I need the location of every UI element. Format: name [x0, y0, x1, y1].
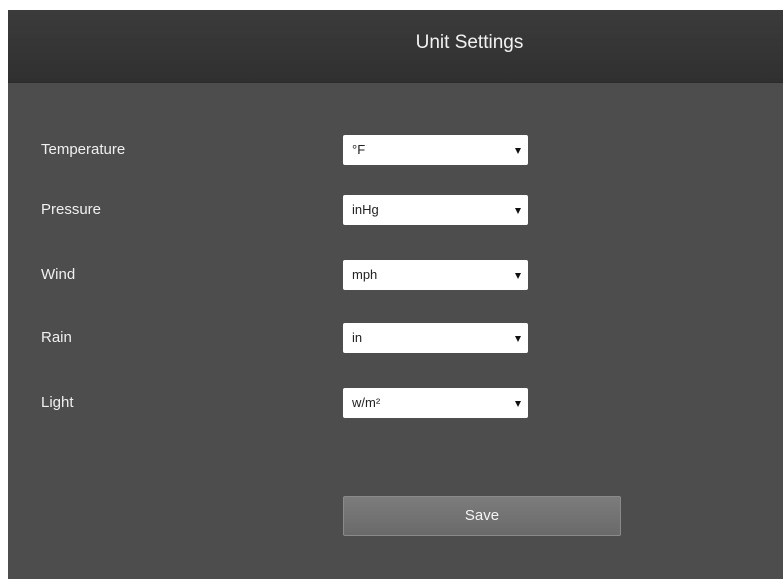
save-button[interactable]: Save	[343, 496, 621, 536]
light-select-value: w/m²	[352, 395, 381, 410]
page-title: Unit Settings	[415, 32, 524, 53]
dropdown-arrow-icon	[515, 401, 521, 407]
header-bar: Unit Settings	[8, 10, 783, 83]
setting-row-light: Light w/m²	[8, 388, 783, 422]
pressure-select[interactable]: inHg	[343, 195, 528, 225]
temperature-select[interactable]: °F	[343, 135, 528, 165]
pressure-label: Pressure	[41, 201, 102, 218]
setting-row-rain: Rain in	[8, 323, 783, 357]
rain-label: Rain	[41, 329, 72, 346]
unit-settings-panel: Unit Settings Temperature °F Pressure in…	[8, 10, 783, 579]
setting-row-pressure: Pressure inHg	[8, 195, 783, 229]
light-select[interactable]: w/m²	[343, 388, 528, 418]
dropdown-arrow-icon	[515, 273, 521, 279]
light-label: Light	[41, 394, 74, 411]
wind-select-value: mph	[352, 267, 378, 282]
setting-row-wind: Wind mph	[8, 260, 783, 294]
temperature-label: Temperature	[41, 141, 126, 158]
pressure-select-value: inHg	[352, 202, 379, 217]
dropdown-arrow-icon	[515, 208, 521, 214]
dropdown-arrow-icon	[515, 336, 521, 342]
rain-select[interactable]: in	[343, 323, 528, 353]
setting-row-temperature: Temperature °F	[8, 135, 783, 169]
dropdown-arrow-icon	[515, 148, 521, 154]
wind-select[interactable]: mph	[343, 260, 528, 290]
wind-label: Wind	[41, 266, 76, 283]
temperature-select-value: °F	[352, 142, 366, 157]
rain-select-value: in	[352, 330, 363, 345]
